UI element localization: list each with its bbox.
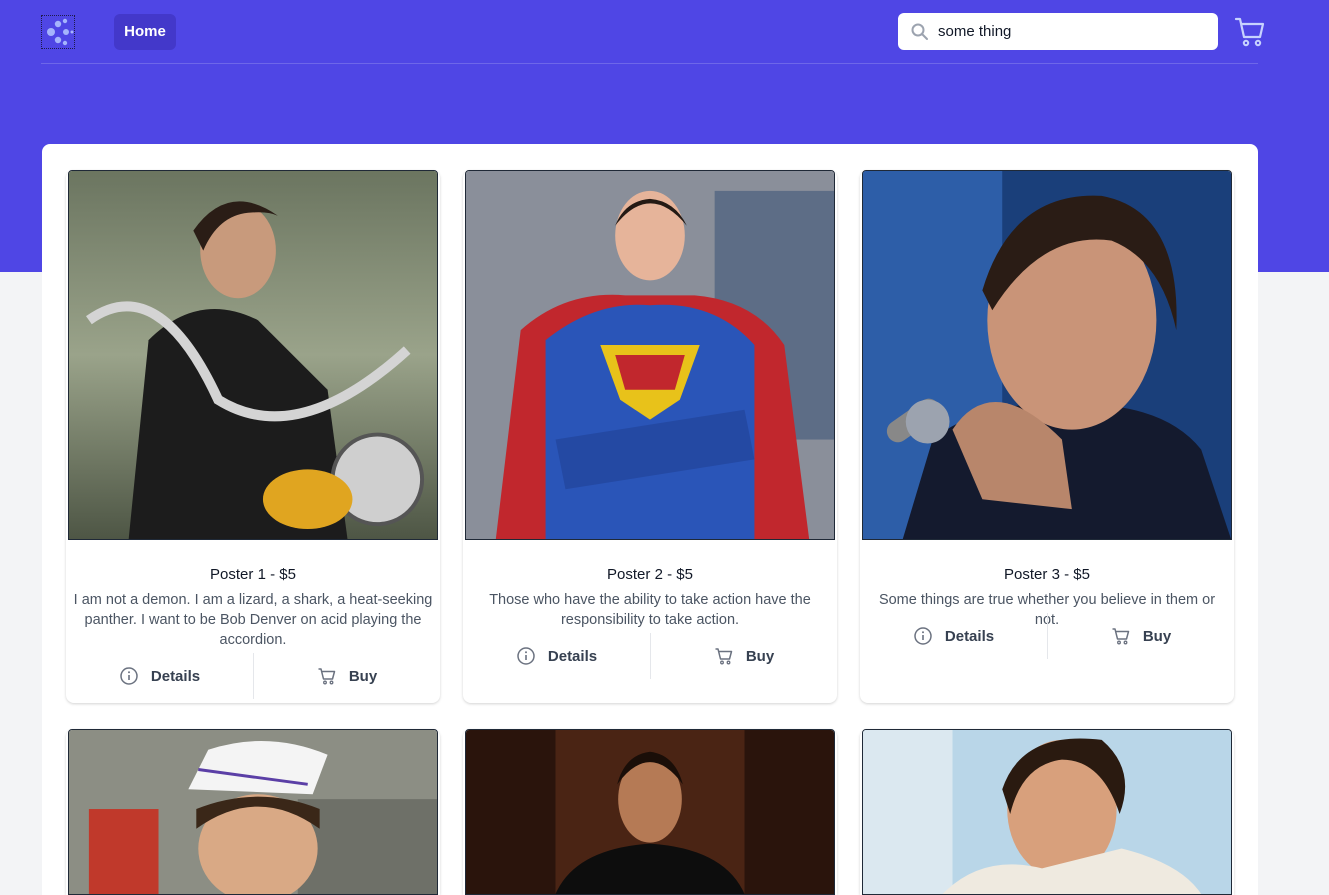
buy-label: Buy	[1142, 627, 1172, 645]
buy-button[interactable]: Buy	[650, 633, 837, 679]
poster-image[interactable]	[465, 729, 835, 895]
product-description: I am not a demon. I am a lizard, a shark…	[73, 592, 433, 648]
details-label: Details	[150, 667, 201, 685]
search-input[interactable]	[938, 13, 1208, 50]
details-button[interactable]: Details	[463, 633, 650, 679]
dots-logo-icon[interactable]	[41, 15, 75, 49]
product-card	[860, 729, 1234, 895]
navbar: Home	[41, 0, 1265, 64]
card-actions: Details Buy	[860, 613, 1234, 659]
product-title: Poster 1 - $5	[210, 566, 296, 583]
product-card: Poster 1 - $5 I am not a demon. I am a l…	[66, 170, 440, 703]
product-description: Those who have the ability to take actio…	[489, 592, 811, 628]
product-title: Poster 2 - $5	[607, 566, 693, 583]
cart-icon[interactable]	[1234, 14, 1266, 50]
poster-image[interactable]	[862, 729, 1232, 895]
product-title: Poster 3 - $5	[1004, 566, 1090, 583]
buy-label: Buy	[745, 647, 775, 665]
cart-icon	[715, 648, 733, 665]
product-card	[463, 729, 837, 895]
search-box[interactable]	[898, 13, 1218, 50]
card-actions: Details Buy	[463, 633, 837, 679]
buy-label: Buy	[348, 667, 378, 685]
product-card	[66, 729, 440, 895]
card-actions: Details Buy	[66, 653, 440, 699]
product-card: Poster 2 - $5 Those who have the ability…	[463, 170, 837, 703]
details-label: Details	[944, 627, 995, 645]
cart-icon	[1112, 628, 1130, 645]
home-nav-button[interactable]: Home	[114, 14, 176, 50]
cart-icon	[318, 668, 336, 685]
poster-image[interactable]	[862, 170, 1232, 540]
details-button[interactable]: Details	[66, 653, 253, 699]
buy-button[interactable]: Buy	[1047, 613, 1234, 659]
info-icon	[120, 667, 138, 685]
info-icon	[517, 647, 535, 665]
search-icon	[911, 23, 928, 40]
poster-image[interactable]	[68, 729, 438, 895]
poster-image[interactable]	[68, 170, 438, 540]
product-card: Poster 3 - $5 Some things are true wheth…	[860, 170, 1234, 703]
info-icon	[914, 627, 932, 645]
buy-button[interactable]: Buy	[253, 653, 440, 699]
poster-image[interactable]	[465, 170, 835, 540]
details-button[interactable]: Details	[860, 613, 1047, 659]
details-label: Details	[547, 647, 598, 665]
